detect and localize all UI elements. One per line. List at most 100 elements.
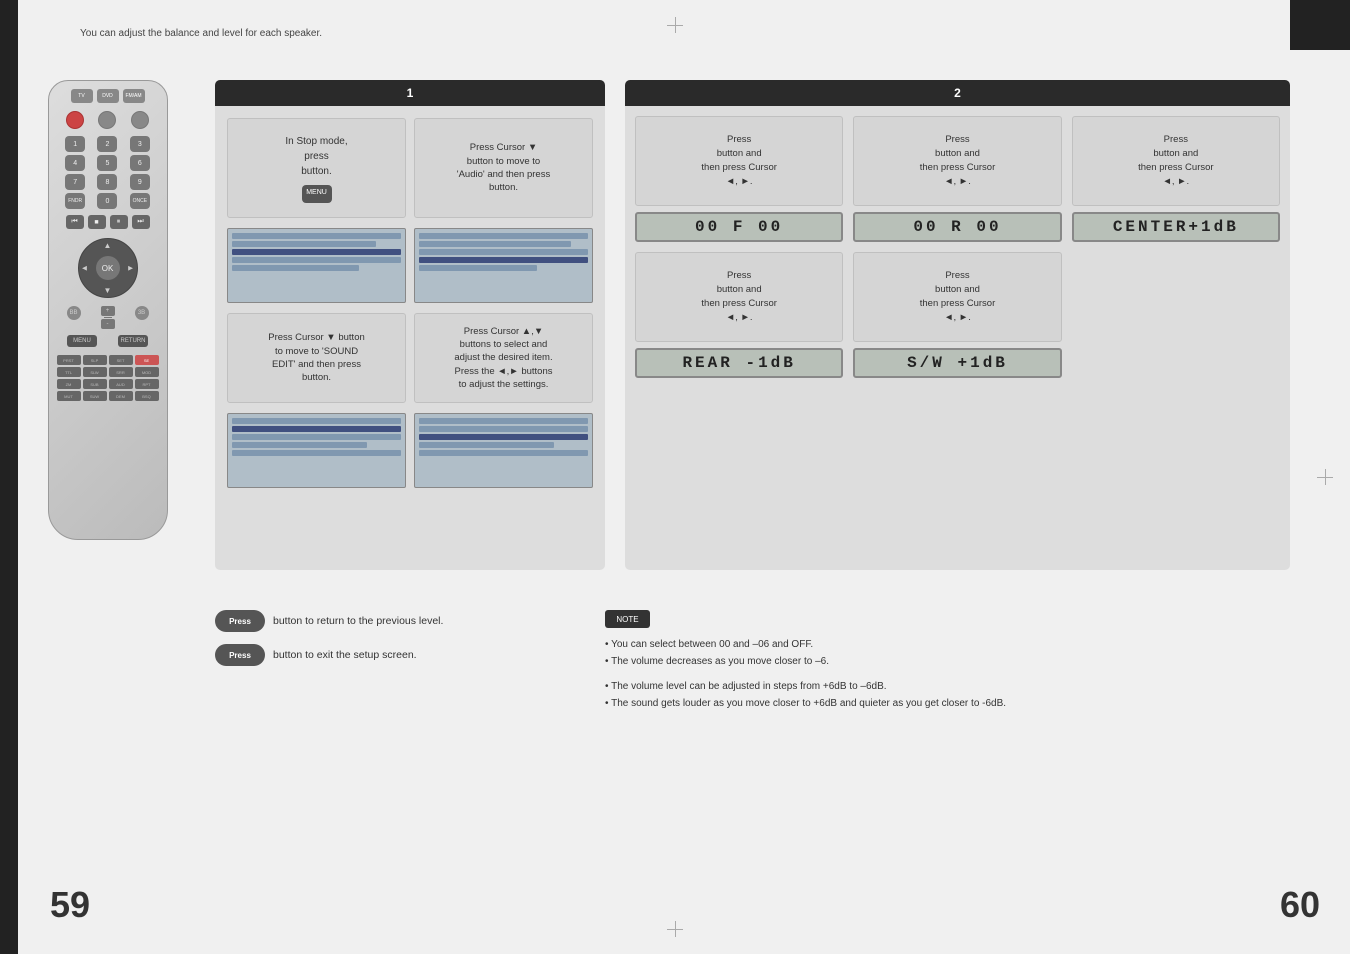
press-exit-button[interactable]: Press	[215, 644, 265, 666]
num-finder[interactable]: FNDR	[65, 193, 85, 209]
num-7[interactable]: 7	[65, 174, 85, 190]
empty-col	[1072, 252, 1280, 378]
screen-line	[232, 418, 401, 424]
up-arrow[interactable]: ▲	[104, 241, 112, 250]
audio-button[interactable]: AUD	[109, 379, 133, 389]
zoom-button[interactable]: ZM	[57, 379, 81, 389]
screen-line	[419, 450, 588, 456]
screen-mock-3	[227, 413, 406, 488]
screen-line	[419, 442, 554, 448]
power-button[interactable]	[66, 111, 84, 129]
num-0[interactable]: 0	[97, 193, 117, 209]
crosshair-top	[665, 15, 685, 35]
down-arrow[interactable]: ▼	[104, 286, 112, 295]
preset-button[interactable]: PRST	[57, 355, 81, 365]
note-header: NOTE	[605, 610, 650, 628]
bb-match-button[interactable]: BB	[67, 306, 81, 320]
step1-left-col: In Stop mode,pressbutton. MENU	[227, 118, 406, 558]
num-6[interactable]: 6	[130, 155, 150, 171]
screen-line	[419, 418, 588, 424]
mode-button[interactable]: MOD	[135, 367, 159, 377]
press-return-icons: Press	[215, 610, 265, 632]
num-8[interactable]: 8	[97, 174, 117, 190]
top-speaker-row: Pressbutton andthen press Cursor◄, ►. 00…	[635, 116, 1280, 242]
page-number-right: 60	[1280, 884, 1320, 926]
step2-number: 2	[954, 86, 961, 100]
bottom-inner: Press button to return to the previous l…	[215, 610, 1305, 712]
right-arrow[interactable]: ►	[127, 264, 135, 273]
num-1[interactable]: 1	[65, 136, 85, 152]
exit-action-text: button to exit the setup screen.	[273, 649, 417, 661]
remote-control: TV DVD FM/AM 1 2 3 4 5 6 7 8 9 FNDR	[30, 80, 185, 580]
pause-button[interactable]: ⏸	[110, 215, 128, 229]
dvd-button[interactable]: DVD	[97, 89, 119, 103]
num-4[interactable]: 4	[65, 155, 85, 171]
tv-button[interactable]: TV	[71, 89, 93, 103]
sound-edit-button[interactable]: SE	[135, 355, 159, 365]
note-line-3: • The volume level can be adjusted in st…	[605, 678, 1305, 695]
tv-sync-button[interactable]	[131, 111, 149, 129]
step2-text: Press Cursor ▼button to move to'Audio' a…	[457, 141, 550, 194]
top-right-box	[1290, 0, 1350, 50]
volume-down[interactable]: -	[101, 319, 115, 329]
screen-line	[232, 257, 401, 263]
title-button[interactable]: TTL	[57, 367, 81, 377]
vol-label	[104, 317, 112, 318]
screen-line	[232, 450, 401, 456]
front-display: 00 F 00	[635, 212, 843, 242]
step1-number: 1	[407, 86, 414, 100]
note-line-2: • The volume decreases as you move close…	[605, 653, 1305, 670]
screen-line	[419, 249, 588, 255]
num-3[interactable]: 3	[130, 136, 150, 152]
enter-button[interactable]: OK	[96, 256, 120, 280]
press-exit-row: Press button to exit the setup screen.	[215, 644, 575, 666]
rear-r-display: 00 R 00	[853, 212, 1061, 242]
thrdbass-button[interactable]: 3B	[135, 306, 149, 320]
menu-button[interactable]: MENU	[67, 335, 97, 347]
set-time-button[interactable]: SET	[109, 355, 133, 365]
repeat-button[interactable]: RPT	[135, 379, 159, 389]
stop-button[interactable]: ■	[88, 215, 106, 229]
step4-instruction: Press Cursor ▲,▼buttons to select andadj…	[414, 313, 593, 403]
note-line-4: • The sound gets louder as you move clos…	[605, 695, 1305, 712]
once-button[interactable]: ONCE	[130, 193, 150, 209]
bl-sq-button[interactable]: BSQ	[135, 391, 159, 401]
subwoofer-instruction: Pressbutton andthen press Cursor◄, ►.	[853, 252, 1061, 342]
step1-header: 1	[215, 80, 605, 106]
return-action-text: button to return to the previous level.	[273, 615, 443, 627]
note-spacer	[605, 670, 1305, 678]
surround-button[interactable]: SRR	[109, 367, 133, 377]
fast-forward-button[interactable]: ⏭	[132, 215, 150, 229]
rear-instruction: Pressbutton andthen press Cursor◄, ►.	[635, 252, 843, 342]
volume-up[interactable]: +	[101, 306, 115, 316]
left-arrow[interactable]: ◄	[81, 264, 89, 273]
screen-line	[419, 241, 571, 247]
num-5[interactable]: 5	[97, 155, 117, 171]
center-speaker-section: Pressbutton andthen press Cursor◄, ►. CE…	[1072, 116, 1280, 242]
num-2[interactable]: 2	[97, 136, 117, 152]
screen-line	[232, 265, 359, 271]
step3-instruction: Press Cursor ▼ buttonto move to 'SOUNDED…	[227, 313, 406, 403]
screen-line	[419, 233, 588, 239]
open-close-button[interactable]	[98, 111, 116, 129]
screen-line	[232, 241, 376, 247]
subwoofer-instruction-text: Pressbutton andthen press Cursor◄, ►.	[920, 269, 996, 326]
rear-r-instruction-text: Pressbutton andthen press Cursor◄, ►.	[920, 133, 996, 190]
step2-instruction: Press Cursor ▼button to move to'Audio' a…	[414, 118, 593, 218]
fm-am-button[interactable]: FM/AM	[123, 89, 145, 103]
press-return-label: Press	[229, 617, 251, 626]
rewind-button[interactable]: ⏮	[66, 215, 84, 229]
nav-ring[interactable]: OK ▲ ▼ ◄ ►	[78, 238, 138, 298]
num-9[interactable]: 9	[130, 174, 150, 190]
sub-button[interactable]: SUB	[83, 379, 107, 389]
demo-button[interactable]: DEM	[109, 391, 133, 401]
slow-button[interactable]: SLW	[83, 367, 107, 377]
return-button[interactable]: RETURN	[118, 335, 148, 347]
press-return-button[interactable]: Press	[215, 610, 265, 632]
subwoofer-btn[interactable]: SUW	[83, 391, 107, 401]
subtitle: You can adjust the balance and level for…	[80, 28, 322, 39]
mute-button[interactable]: MUT	[57, 391, 81, 401]
step1-panel: 1 In Stop mode,pressbutton. MENU	[215, 80, 605, 570]
sleep-button[interactable]: SLP	[83, 355, 107, 365]
press-return-row: Press button to return to the previous l…	[215, 610, 575, 632]
